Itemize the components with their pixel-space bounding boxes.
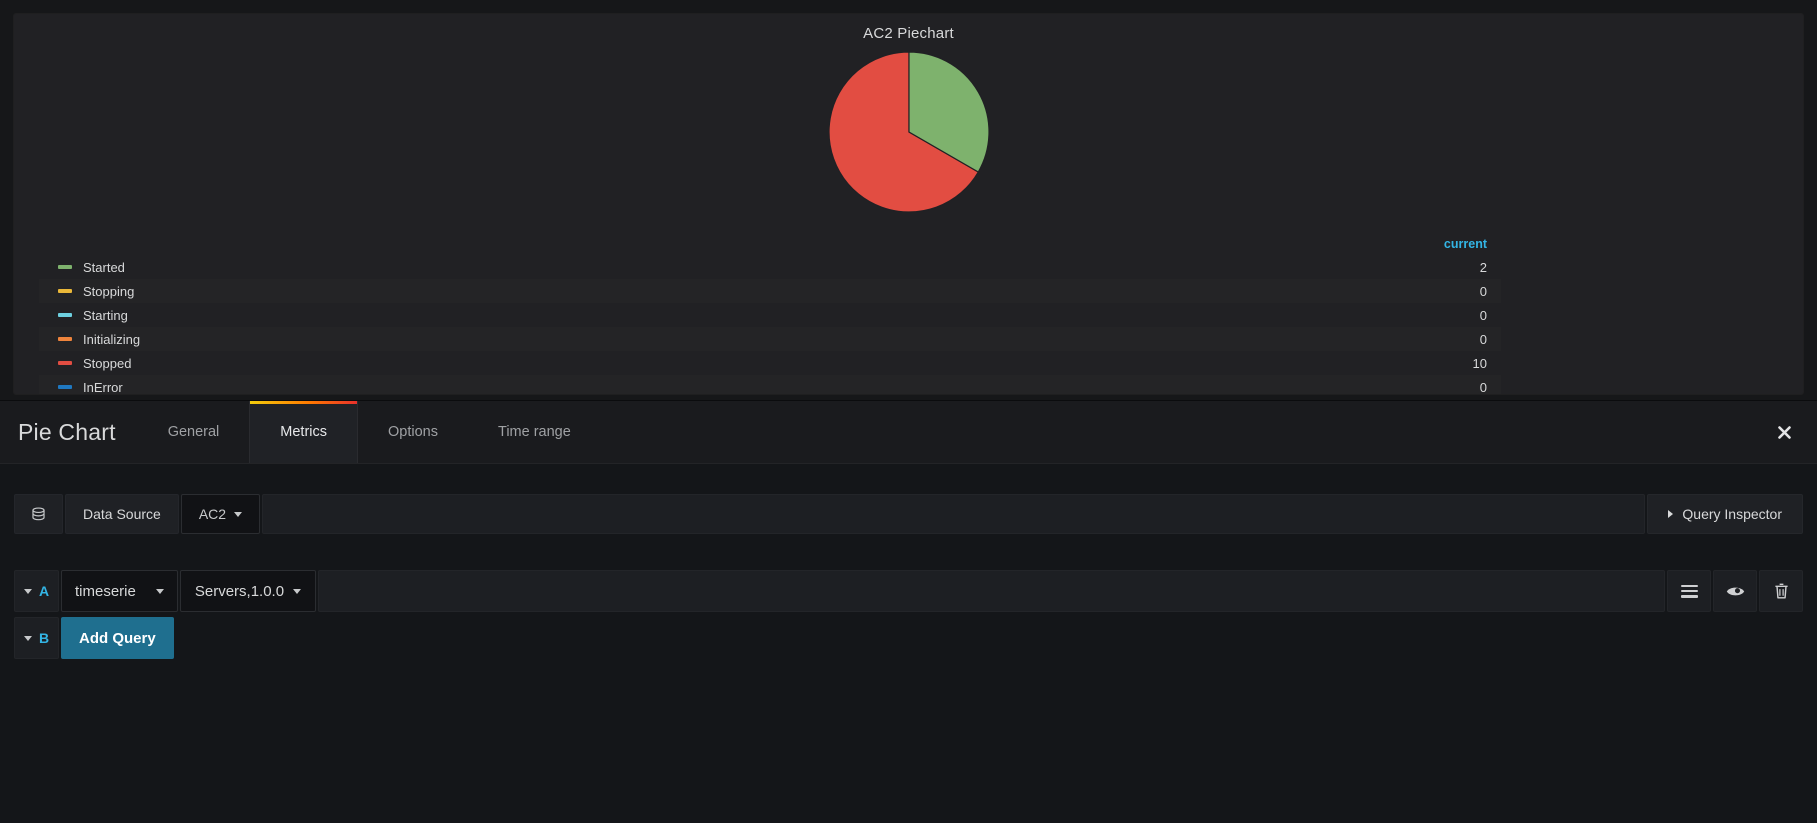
trash-glyph [1774, 583, 1788, 598]
legend-row[interactable]: Stopping 0 [39, 279, 1501, 303]
close-glyph [1777, 425, 1791, 439]
legend-row[interactable]: Started 2 [39, 255, 1501, 279]
query-b-letter: B [38, 630, 50, 646]
hamburger-glyph [1680, 584, 1698, 598]
legend-series-label: Stopped [83, 355, 132, 371]
query-a-spacer [318, 570, 1665, 612]
legend-series-label: Starting [83, 307, 128, 323]
legend-row[interactable]: Starting 0 [39, 303, 1501, 327]
database-icon [14, 494, 63, 534]
tab-options[interactable]: Options [358, 401, 468, 463]
legend-series-label: Started [83, 259, 125, 275]
legend-row[interactable]: Stopped 10 [39, 351, 1501, 375]
chevron-down-icon [23, 635, 32, 641]
tab-time-range[interactable]: Time range [468, 401, 601, 463]
legend-series-value: 2 [1479, 259, 1487, 275]
legend-row[interactable]: InError 0 [39, 375, 1501, 395]
tab-metrics-label: Metrics [280, 424, 328, 440]
legend-series-value: 0 [1479, 379, 1487, 395]
menu-icon[interactable] [1667, 570, 1711, 612]
legend-color-swatch [58, 385, 72, 389]
legend-series-value: 0 [1479, 283, 1487, 299]
legend-color-swatch [58, 361, 72, 365]
query-a-target-value: Servers,1.0.0 [194, 582, 285, 600]
query-row-a: A timeserie Servers,1.0.0 [0, 570, 1817, 612]
query-a-type-select[interactable]: timeserie [61, 570, 178, 612]
eye-icon[interactable] [1713, 570, 1757, 612]
add-query-button[interactable]: Add Query [61, 617, 174, 659]
legend-series-label: InError [83, 379, 123, 395]
legend-header-row: current [39, 232, 1501, 255]
panel-editor: Pie Chart General Metrics Options Time r… [0, 400, 1817, 823]
query-inspector-label: Query Inspector [1682, 506, 1782, 522]
query-list: A timeserie Servers,1.0.0 B Add Query [0, 570, 1817, 659]
trash-icon[interactable] [1759, 570, 1803, 612]
chevron-down-icon [23, 588, 32, 594]
query-a-actions [1667, 570, 1817, 612]
chevron-down-icon [293, 588, 302, 594]
database-glyph [32, 506, 45, 520]
editor-visualization-title: Pie Chart [18, 418, 116, 445]
datasource-row-filler [262, 494, 1646, 534]
close-icon[interactable] [1771, 419, 1797, 445]
datasource-row: Data Source AC2 Query Inspector [0, 494, 1817, 534]
chevron-down-icon [155, 588, 164, 594]
query-a-collapse-toggle[interactable]: A [14, 570, 59, 612]
pie-chart[interactable] [828, 52, 989, 212]
chevron-down-icon [234, 511, 243, 517]
tab-metrics[interactable]: Metrics [249, 401, 359, 463]
datasource-select[interactable]: AC2 [180, 494, 261, 534]
query-a-letter: A [38, 583, 50, 599]
legend-series-label: Stopping [83, 283, 135, 299]
datasource-label: Data Source [65, 494, 179, 534]
legend-row[interactable]: Initializing 0 [39, 327, 1501, 351]
legend-series-value: 10 [1472, 355, 1487, 371]
legend-header-current: current [1443, 236, 1487, 251]
panel-title: AC2 Piechart [863, 25, 954, 42]
query-a-type-value: timeserie [75, 582, 136, 600]
legend-color-swatch [58, 337, 72, 341]
chevron-right-icon [1668, 510, 1674, 518]
tab-options-label: Options [388, 424, 438, 440]
legend-series-value: 0 [1479, 307, 1487, 323]
query-inspector-button[interactable]: Query Inspector [1647, 494, 1803, 534]
legend-series-label: Initializing [83, 331, 141, 347]
legend-table: current Started 2 Stopping 0 Starting 0 … [39, 232, 1501, 395]
editor-tab-bar: Pie Chart General Metrics Options Time r… [0, 401, 1817, 464]
legend-color-swatch [58, 265, 72, 269]
legend-color-swatch [58, 289, 72, 293]
tab-time-range-label: Time range [498, 424, 571, 440]
legend-color-swatch [58, 313, 72, 317]
eye-glyph [1726, 587, 1744, 595]
panel-preview: AC2 Piechart current Started 2 Stopping … [13, 13, 1804, 395]
query-b-collapse-toggle[interactable]: B [14, 617, 59, 659]
tab-general[interactable]: General [138, 401, 250, 463]
datasource-selected-value: AC2 [198, 506, 227, 522]
legend-series-value: 0 [1479, 331, 1487, 347]
tab-general-label: General [167, 424, 220, 440]
piechart-area [14, 42, 1803, 218]
query-a-target-select[interactable]: Servers,1.0.0 [179, 570, 317, 612]
query-row-b: B Add Query [0, 617, 1817, 659]
